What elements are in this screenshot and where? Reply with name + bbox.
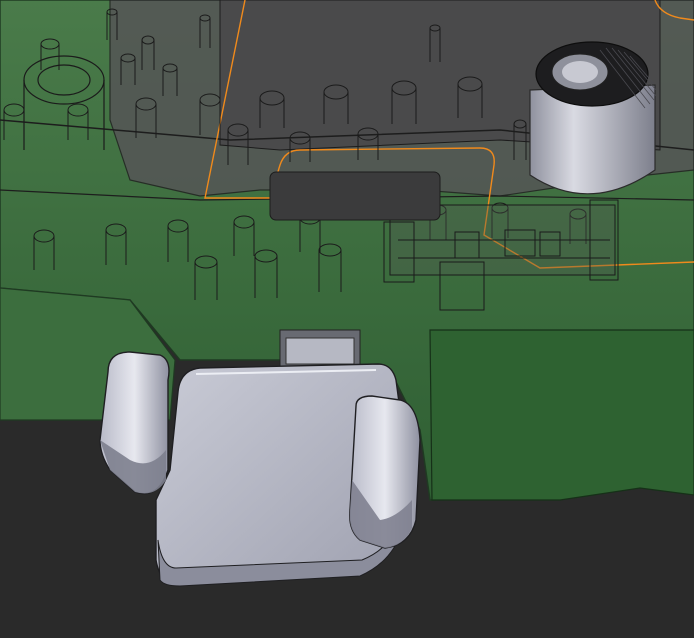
housing-slot	[269, 171, 441, 221]
cad-3d-viewport[interactable]	[0, 0, 694, 638]
cad-scene	[0, 0, 694, 638]
pcb-right-block	[429, 329, 694, 501]
round-connector	[529, 41, 657, 195]
